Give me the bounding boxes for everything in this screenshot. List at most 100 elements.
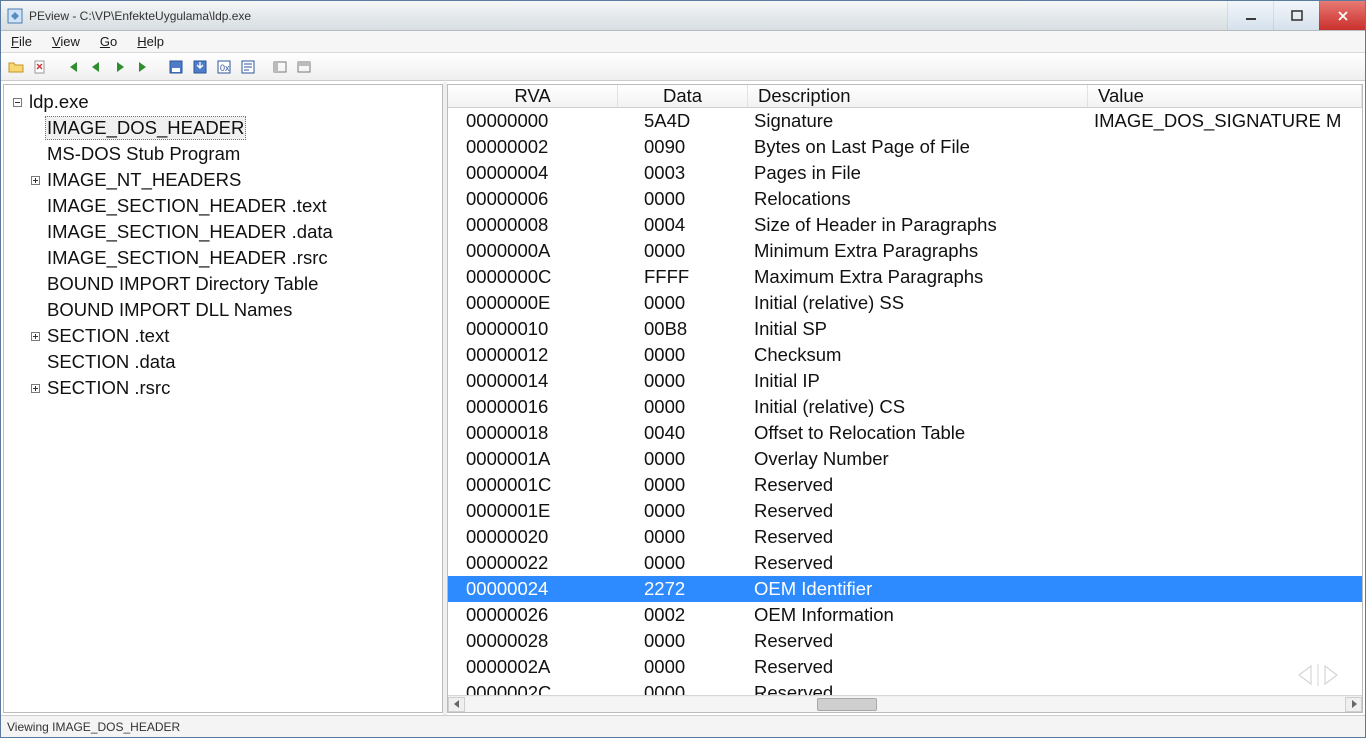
app-window: PEview - C:\VP\EnfekteUygulama\ldp.exe F…	[0, 0, 1366, 738]
expand-icon[interactable]	[28, 173, 42, 187]
scroll-left-button[interactable]	[448, 697, 465, 712]
tree-spacer	[28, 251, 42, 265]
nav-first-button[interactable]	[61, 56, 83, 78]
nav-last-button[interactable]	[133, 56, 155, 78]
tree-pane[interactable]: ldp.exeIMAGE_DOS_HEADERMS-DOS Stub Progr…	[3, 84, 443, 713]
table-body[interactable]: 000000005A4DSignatureIMAGE_DOS_SIGNATURE…	[448, 108, 1362, 695]
table-row[interactable]: 0000002A0000Reserved	[448, 654, 1362, 680]
tree-item-0[interactable]: IMAGE_DOS_HEADER	[4, 115, 442, 141]
tree-item-8[interactable]: SECTION .text	[4, 323, 442, 349]
cell-data: 0000	[618, 552, 748, 574]
table-row[interactable]: 000000242272OEM Identifier	[448, 576, 1362, 602]
col-value[interactable]: Value	[1088, 85, 1362, 107]
tree-item-2[interactable]: IMAGE_NT_HEADERS	[4, 167, 442, 193]
cell-rva: 00000022	[448, 552, 618, 574]
scroll-thumb[interactable]	[817, 698, 877, 711]
table-row[interactable]: 0000001E0000Reserved	[448, 498, 1362, 524]
tree-item-6[interactable]: BOUND IMPORT Directory Table	[4, 271, 442, 297]
col-rva[interactable]: RVA	[448, 85, 618, 107]
tree-item-9[interactable]: SECTION .data	[4, 349, 442, 375]
tree-item-7[interactable]: BOUND IMPORT DLL Names	[4, 297, 442, 323]
table-row[interactable]: 000000060000Relocations	[448, 186, 1362, 212]
cell-rva: 00000006	[448, 188, 618, 210]
table-row[interactable]: 0000001000B8Initial SP	[448, 316, 1362, 342]
table-row[interactable]: 000000260002OEM Information	[448, 602, 1362, 628]
collapse-icon[interactable]	[10, 95, 24, 109]
cell-desc: Bytes on Last Page of File	[748, 136, 1088, 158]
cell-desc: Size of Header in Paragraphs	[748, 214, 1088, 236]
nav-next-button[interactable]	[109, 56, 131, 78]
cell-rva: 00000002	[448, 136, 618, 158]
cell-rva: 00000010	[448, 318, 618, 340]
minimize-button[interactable]	[1227, 1, 1273, 30]
nav-prev-button[interactable]	[85, 56, 107, 78]
scroll-right-button[interactable]	[1345, 697, 1362, 712]
menu-view[interactable]: View	[42, 31, 90, 52]
open-button[interactable]	[5, 56, 27, 78]
file-close-icon	[32, 59, 48, 75]
menu-help[interactable]: Help	[127, 31, 174, 52]
col-desc[interactable]: Description	[748, 85, 1088, 107]
close-icon	[1337, 10, 1349, 22]
expand-icon[interactable]	[28, 381, 42, 395]
table-row[interactable]: 000000180040Offset to Relocation Table	[448, 420, 1362, 446]
status-text: Viewing IMAGE_DOS_HEADER	[7, 720, 180, 734]
titlebar[interactable]: PEview - C:\VP\EnfekteUygulama\ldp.exe	[1, 1, 1365, 31]
tree-label: SECTION .data	[45, 351, 178, 373]
table-row[interactable]: 000000220000Reserved	[448, 550, 1362, 576]
layout-1-button[interactable]	[269, 56, 291, 78]
tree-item-1[interactable]: MS-DOS Stub Program	[4, 141, 442, 167]
table-row[interactable]: 000000200000Reserved	[448, 524, 1362, 550]
table-row[interactable]: 000000280000Reserved	[448, 628, 1362, 654]
tree-view[interactable]: ldp.exeIMAGE_DOS_HEADERMS-DOS Stub Progr…	[4, 85, 442, 401]
table-row[interactable]: 0000000E0000Initial (relative) SS	[448, 290, 1362, 316]
addr-toggle-button[interactable]	[237, 56, 259, 78]
close-file-button[interactable]	[29, 56, 51, 78]
cell-rva: 0000002A	[448, 656, 618, 678]
table-row[interactable]: 0000001C0000Reserved	[448, 472, 1362, 498]
col-data[interactable]: Data	[618, 85, 748, 107]
cell-data: 0000	[618, 682, 748, 695]
cell-data: 0000	[618, 500, 748, 522]
table-header: RVA Data Description Value	[448, 85, 1362, 108]
cell-desc: Reserved	[748, 630, 1088, 652]
horizontal-scrollbar[interactable]	[448, 695, 1362, 712]
hex-toggle-button[interactable]: 0x	[213, 56, 235, 78]
export-button[interactable]	[165, 56, 187, 78]
cell-data: 0000	[618, 396, 748, 418]
table-row[interactable]: 000000080004Size of Header in Paragraphs	[448, 212, 1362, 238]
table-row[interactable]: 0000000A0000Minimum Extra Paragraphs	[448, 238, 1362, 264]
expand-icon[interactable]	[28, 329, 42, 343]
nav-overlay	[1288, 660, 1348, 690]
tree-spacer	[28, 355, 42, 369]
table-row[interactable]: 000000005A4DSignatureIMAGE_DOS_SIGNATURE…	[448, 108, 1362, 134]
tree-item-10[interactable]: SECTION .rsrc	[4, 375, 442, 401]
tree-item-5[interactable]: IMAGE_SECTION_HEADER .rsrc	[4, 245, 442, 271]
tree-item-4[interactable]: IMAGE_SECTION_HEADER .data	[4, 219, 442, 245]
tree-label: BOUND IMPORT Directory Table	[45, 273, 320, 295]
tree-root[interactable]: ldp.exe	[4, 89, 442, 115]
cell-data: 0040	[618, 422, 748, 444]
tree-spacer	[28, 121, 42, 135]
scroll-track[interactable]	[465, 697, 1345, 712]
cell-rva: 00000024	[448, 578, 618, 600]
table-row[interactable]: 000000160000Initial (relative) CS	[448, 394, 1362, 420]
layout-2-button[interactable]	[293, 56, 315, 78]
table-row[interactable]: 000000040003Pages in File	[448, 160, 1362, 186]
table-row[interactable]: 000000020090Bytes on Last Page of File	[448, 134, 1362, 160]
tree-spacer	[28, 225, 42, 239]
table-row[interactable]: 0000000CFFFFMaximum Extra Paragraphs	[448, 264, 1362, 290]
close-button[interactable]	[1319, 1, 1365, 30]
table-row[interactable]: 000000120000Checksum	[448, 342, 1362, 368]
maximize-button[interactable]	[1273, 1, 1319, 30]
addr-icon	[240, 59, 256, 75]
tree-item-3[interactable]: IMAGE_SECTION_HEADER .text	[4, 193, 442, 219]
menu-file[interactable]: File	[1, 31, 42, 52]
table-row[interactable]: 0000001A0000Overlay Number	[448, 446, 1362, 472]
import-button[interactable]	[189, 56, 211, 78]
cell-rva: 00000018	[448, 422, 618, 444]
table-row[interactable]: 0000002C0000Reserved	[448, 680, 1362, 695]
window-buttons	[1227, 1, 1365, 30]
table-row[interactable]: 000000140000Initial IP	[448, 368, 1362, 394]
menu-go[interactable]: Go	[90, 31, 127, 52]
